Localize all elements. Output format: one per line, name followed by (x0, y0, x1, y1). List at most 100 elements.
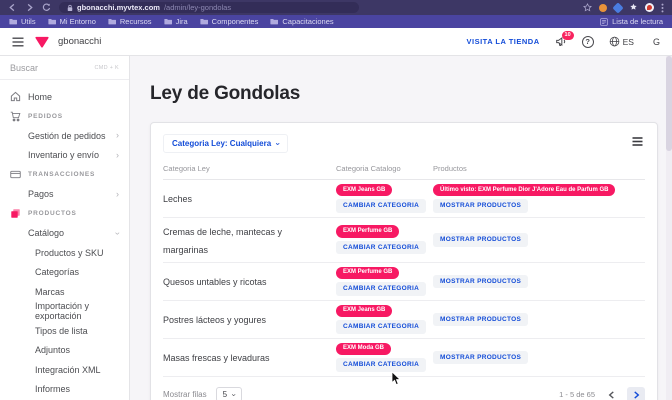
chevron-right-icon: › (116, 188, 119, 199)
column-header: Categoria Ley (163, 164, 210, 173)
show-products-button[interactable]: MOSTRAR PRODUCTOS (433, 350, 529, 365)
sidebar-item-label: Marcas (35, 286, 65, 297)
folder-icon (270, 18, 279, 25)
refresh-icon[interactable] (42, 3, 51, 12)
table-footer: Mostrar filas 5 › 1 - 5 de 65 (163, 377, 645, 400)
sidebar-item-label: Gestión de pedidos (28, 130, 106, 141)
sidebar-item-label: PRODUCTOS (28, 210, 77, 218)
back-icon[interactable] (8, 3, 17, 12)
vtex-logo[interactable] (35, 36, 49, 48)
bookmark-jira[interactable]: Jira (163, 18, 188, 26)
browser-url-bar: gbonacchi.myvtex.com/admin/ley-gondolas (0, 0, 672, 15)
blue-extension-icon[interactable] (612, 1, 624, 14)
cursor-pointer (391, 370, 402, 391)
bookmark-mi-entorno[interactable]: Mi Entorno (47, 16, 96, 26)
category-name: Masas frescas y levaduras (163, 353, 270, 364)
show-products-button[interactable]: MOSTRAR PRODUCTOS (433, 233, 529, 247)
page-title: Ley de Gondolas (150, 83, 301, 104)
bookmark-label: Utils (21, 16, 36, 26)
sidebar-item-transacciones: TRANSACCIONES (0, 165, 129, 185)
bookmark-capacitaciones[interactable]: Capacitaciones (270, 18, 334, 26)
bookmark-componentes[interactable]: Componentes (200, 16, 259, 26)
folder-icon (47, 18, 56, 25)
menu-icon[interactable] (12, 37, 24, 47)
sidebar-item-label: Importación y exportación (35, 301, 90, 322)
density-icon[interactable] (630, 134, 645, 149)
next-page-button[interactable] (627, 386, 645, 400)
category-filter-dropdown[interactable]: Categoria Ley: Cualquiera › (163, 134, 288, 153)
search-input[interactable]: Buscar (10, 63, 38, 73)
change-category-button[interactable]: CAMBIAR CATEGORIA (336, 240, 427, 255)
bookmark-label: Mi Entorno (59, 16, 96, 26)
account-name[interactable]: gbonacchi (58, 36, 101, 47)
folder-icon (108, 18, 116, 25)
sidebar-item-catalogo[interactable]: Catálogo › (0, 224, 129, 244)
notification-badge: 10 (561, 31, 574, 40)
sidebar-item-productos-y-sku[interactable]: Productos y SKU (0, 243, 129, 263)
globe-icon (609, 36, 620, 47)
url-path: /admin/ley-gondolas (163, 2, 232, 12)
search-shortcut-hint: CMD + K (94, 64, 119, 71)
address-bar[interactable]: gbonacchi.myvtex.com/admin/ley-gondolas (59, 2, 359, 13)
browser-menu-icon[interactable] (661, 3, 664, 13)
locale-selector[interactable]: ES (609, 36, 634, 47)
folder-icon (9, 18, 17, 25)
avatar[interactable]: G (653, 37, 660, 47)
sidebar-item-pagos[interactable]: Pagos › (0, 185, 129, 205)
table-body: Leches EXM Jeans GB CAMBIAR CATEGORIA Últim… (163, 180, 645, 377)
sidebar-search[interactable]: Buscar CMD + K (0, 56, 129, 80)
category-name: Leches (163, 194, 193, 205)
visit-store-link[interactable]: VISITA LA TIENDA (467, 37, 540, 46)
column-header: Categoria Catalogo (336, 164, 401, 173)
change-category-button[interactable]: CAMBIAR CATEGORIA (336, 320, 427, 334)
category-name: Cremas de leche, mantecas y margarinas (163, 226, 283, 255)
show-products-button[interactable]: MOSTRAR PRODUCTOS (433, 274, 529, 289)
table-row: Quesos untables y ricotas EXM Perfume GB C… (163, 263, 645, 301)
orange-extension-icon[interactable] (599, 3, 607, 12)
prev-page-button[interactable] (602, 387, 620, 400)
sidebar-item-informes[interactable]: Informes (0, 380, 129, 400)
sidebar-item-marcas[interactable]: Marcas (0, 282, 129, 302)
bookmark-label: Componentes (211, 16, 259, 26)
notifications-button[interactable]: 10 (555, 31, 574, 47)
folder-icon (163, 18, 172, 25)
help-icon[interactable]: ? (581, 35, 594, 48)
puzzle-extension-icon[interactable] (629, 3, 638, 12)
sidebar-item-home[interactable]: Home (0, 87, 129, 107)
show-products-button[interactable]: MOSTRAR PRODUCTOS (433, 199, 529, 213)
reading-list[interactable]: Lista de lectura (600, 17, 663, 26)
sidebar-item-gestion-de-pedidos[interactable]: Gestión de pedidos › (0, 126, 129, 146)
chevron-down-icon: › (113, 231, 123, 235)
chevron-right-icon: › (116, 130, 119, 141)
sidebar-item-integracion-xml[interactable]: Integración XML (0, 360, 129, 380)
admin-header: gbonacchi VISITA LA TIENDA 10 ? ES G (0, 28, 672, 56)
sidebar-item-adjuntos[interactable]: Adjuntos (0, 341, 129, 361)
catalog-category-badge: EXM Perfume GB (336, 266, 400, 280)
record-extension-icon[interactable] (645, 3, 654, 12)
change-category-button[interactable]: CAMBIAR CATEGORIA (336, 358, 427, 372)
rows-per-page-value: 5 (222, 390, 228, 400)
change-category-button[interactable]: CAMBIAR CATEGORIA (336, 199, 427, 213)
rows-per-page-select[interactable]: 5 › (215, 387, 242, 400)
bookmark-label: Recursos (119, 16, 152, 26)
sidebar-item-pedidos: PEDIDOS (0, 107, 129, 127)
show-products-button[interactable]: MOSTRAR PRODUCTOS (433, 312, 529, 327)
bookmark-star-icon[interactable] (583, 3, 592, 12)
forward-icon[interactable] (25, 3, 34, 12)
chevron-down-icon: › (229, 393, 239, 397)
scrollbar[interactable] (666, 56, 672, 400)
sidebar-item-tipos-de-lista[interactable]: Tipos de lista (0, 321, 129, 341)
sidebar-item-inventario-y-envio[interactable]: Inventario y envío › (0, 146, 129, 166)
change-category-button[interactable]: CAMBIAR CATEGORIA (336, 282, 427, 296)
sidebar-item-label: Adjuntos (35, 345, 71, 356)
sidebar-item-importacion-y-exportacion[interactable]: Importación y exportación (0, 301, 129, 322)
main-content: Ley de Gondolas Categoria Ley: Cualquier… (130, 56, 672, 400)
chevron-down-icon: › (273, 142, 283, 145)
bookmark-recursos[interactable]: Recursos (108, 18, 152, 26)
reading-list-icon (600, 17, 608, 26)
sidebar-item-categorias[interactable]: Categorías (0, 263, 129, 283)
bookmark-utils[interactable]: Utils (9, 18, 36, 26)
catalog-category-badge: EXM Perfume GB (336, 225, 400, 238)
sidebar-item-productos: PRODUCTOS (0, 204, 129, 224)
filter-chip-label: Categoria Ley: Cualquiera (172, 139, 272, 148)
